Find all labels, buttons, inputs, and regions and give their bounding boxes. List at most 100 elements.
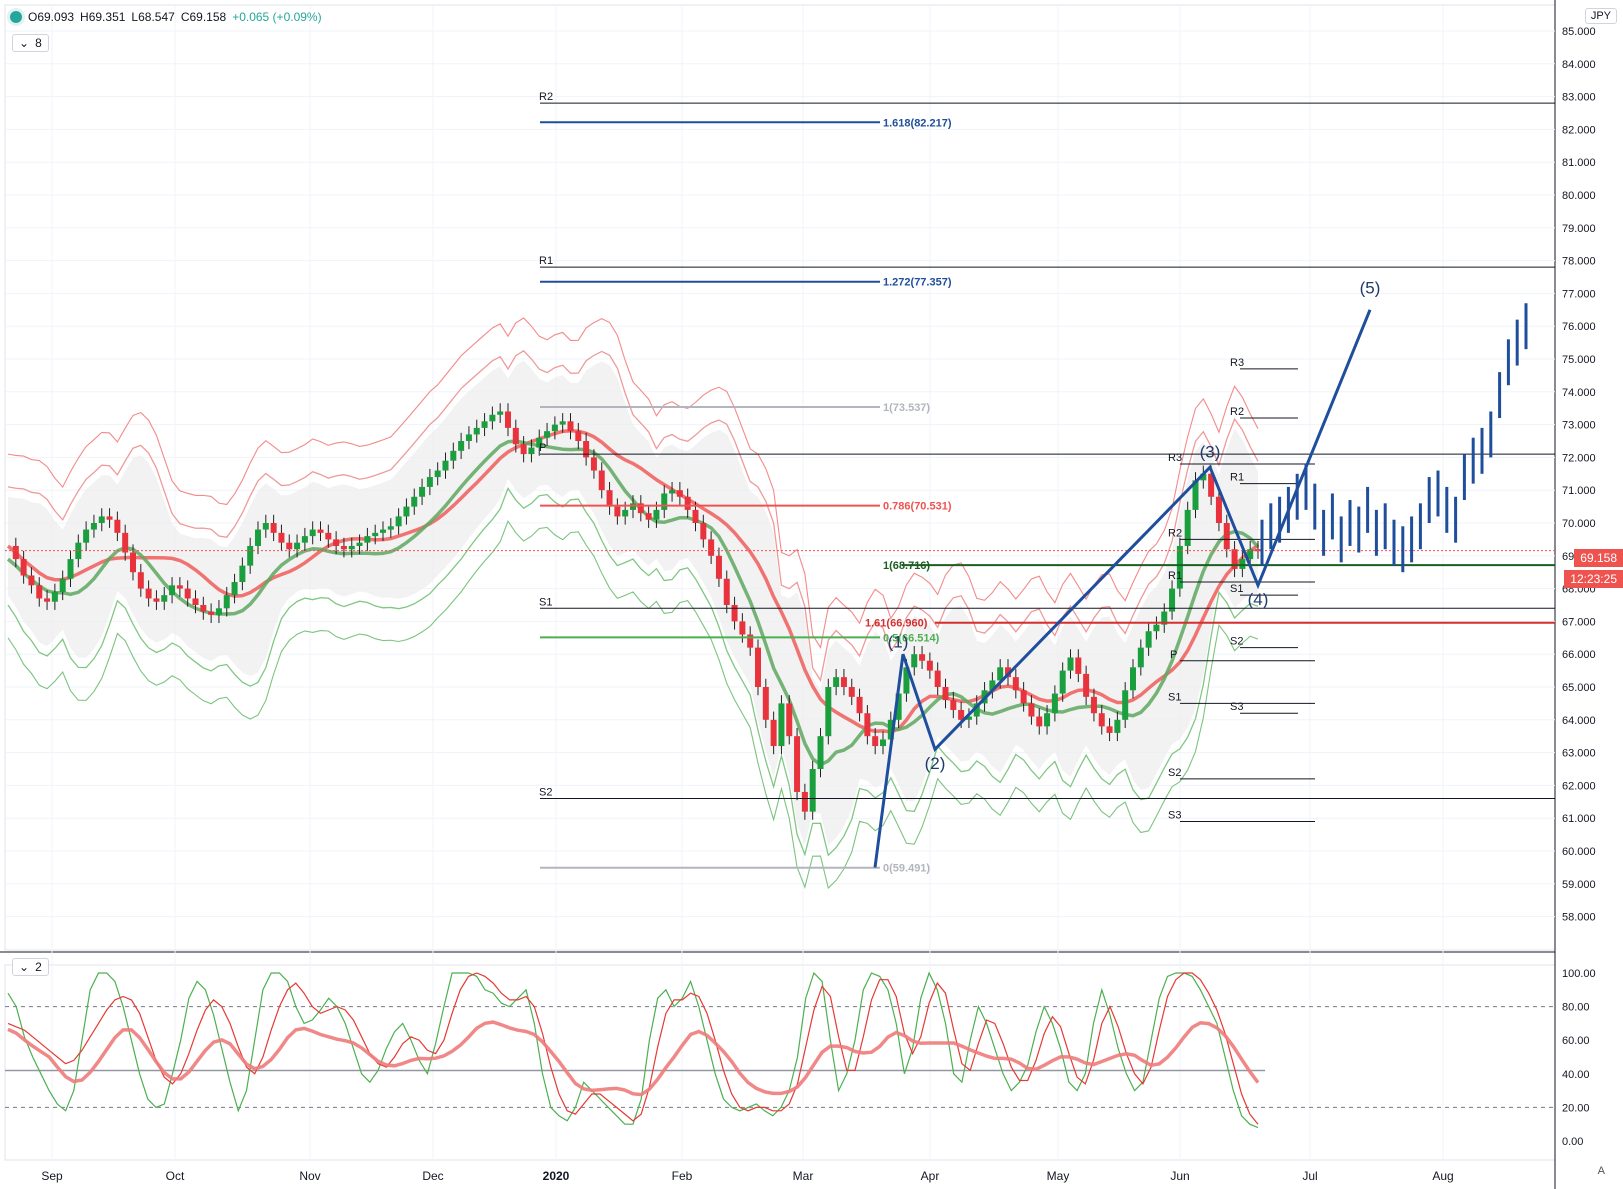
y-tick-label: 77.000 — [1562, 288, 1596, 300]
wave-label: (4) — [1248, 590, 1269, 609]
symbol-status-icon — [10, 11, 22, 23]
candle-body — [567, 421, 574, 432]
legend-close: C69.158 — [180, 10, 227, 24]
y-tick-label: 64.000 — [1562, 715, 1596, 727]
osc-tick-label: 100.00 — [1562, 968, 1596, 980]
y-tick-label: 63.000 — [1562, 748, 1596, 760]
candle-body — [98, 516, 105, 523]
y-tick-label: 59.000 — [1562, 879, 1596, 891]
candle-body — [1122, 690, 1129, 720]
candle-body — [145, 588, 152, 599]
candle-body — [1012, 677, 1019, 691]
candle-body — [83, 529, 90, 543]
y-tick-label: 75.000 — [1562, 354, 1596, 366]
pivot-label: S1 — [539, 596, 552, 608]
x-tick-label: Nov — [299, 1169, 320, 1183]
candle-body — [1036, 716, 1043, 727]
fib-level-label: 0(59.491) — [883, 863, 930, 875]
candle-body — [231, 582, 238, 596]
candle-body — [840, 677, 847, 687]
candle-body — [520, 444, 527, 455]
y-tick-label: 82.000 — [1562, 124, 1596, 136]
y-tick-label: 79.000 — [1562, 223, 1596, 235]
candle-body — [1130, 667, 1136, 691]
candle-body — [1106, 726, 1113, 733]
candle-body — [348, 545, 355, 550]
candle-body — [137, 572, 144, 589]
chevron-down-icon: ⌄ — [19, 36, 30, 50]
oscillator-toggle-button[interactable]: ⌄ 2 — [12, 958, 49, 976]
candle-body — [942, 687, 949, 701]
candle-body — [864, 713, 871, 737]
candle-body — [262, 523, 269, 530]
x-tick-label: Feb — [672, 1169, 693, 1183]
candle-body — [44, 598, 51, 602]
candle-body — [317, 529, 324, 533]
x-tick-label: Apr — [921, 1169, 940, 1183]
wave-label: (2) — [925, 754, 946, 773]
candle-body — [700, 523, 707, 540]
candle-body — [192, 598, 199, 605]
pivot-label: R2 — [1168, 527, 1182, 539]
candle-body — [614, 506, 621, 517]
candle-body — [395, 516, 402, 527]
osc-tick-label: 40.00 — [1562, 1069, 1590, 1081]
auto-scale-button[interactable]: A — [1598, 1165, 1605, 1177]
candle-body — [708, 539, 715, 556]
y-tick-label: 73.000 — [1562, 420, 1596, 432]
pivot-label: S1 — [1230, 583, 1243, 595]
candle-body — [880, 739, 886, 747]
candle-body — [919, 654, 926, 661]
y-tick-label: 58.000 — [1562, 912, 1596, 924]
fib-level-label: 1.618(82.217) — [883, 117, 952, 129]
candle-body — [184, 588, 191, 599]
candle-body — [934, 670, 941, 687]
candle-body — [223, 595, 230, 609]
candle-body — [786, 703, 793, 737]
x-tick-label: Jun — [1170, 1169, 1189, 1183]
pivot-label: P — [539, 442, 546, 454]
candle-body — [1044, 713, 1051, 727]
oscillator-count: 2 — [35, 960, 42, 974]
currency-label[interactable]: JPY — [1584, 8, 1617, 24]
candle-body — [575, 431, 582, 441]
candle-body — [1223, 523, 1230, 550]
pivot-label: P — [1170, 649, 1177, 661]
pivot-label: R3 — [1230, 357, 1244, 369]
candle-body — [114, 519, 121, 533]
candle-body — [309, 529, 316, 537]
fib-level-label: 1(73.537) — [883, 402, 930, 414]
pivot-label: R2 — [1230, 406, 1244, 418]
candle-body — [153, 598, 160, 602]
pivot-label: S3 — [1168, 809, 1181, 821]
x-tick-label: Aug — [1432, 1169, 1453, 1183]
pivot-label: R2 — [539, 91, 553, 103]
candle-body — [442, 460, 449, 471]
x-tick-label: 2020 — [543, 1169, 570, 1183]
candle-body — [286, 542, 293, 550]
candle-body — [676, 490, 683, 497]
indicators-toggle-button[interactable]: ⌄ 8 — [12, 34, 49, 52]
candle-body — [622, 509, 629, 517]
x-tick-label: Dec — [422, 1169, 443, 1183]
candle-body — [106, 516, 113, 520]
pivot-label: R1 — [539, 255, 553, 267]
candle-body — [1114, 719, 1121, 733]
pivot-label: R3 — [1168, 452, 1182, 464]
candle-body — [684, 496, 691, 510]
candle-body — [715, 555, 722, 579]
candle-body — [1098, 713, 1105, 727]
price-chart[interactable]: 85.000 84.000 83.000 82.000 81.000 80.000 79.0… — [0, 0, 1623, 1189]
y-tick-label: 62.000 — [1562, 780, 1596, 792]
candle-body — [411, 496, 418, 507]
candle-body — [512, 427, 519, 445]
candle-body — [51, 591, 58, 602]
candle-body — [755, 647, 761, 687]
candle-body — [1153, 624, 1160, 632]
fib-level-label: 1.61(66.960) — [865, 618, 928, 630]
x-tick-label: Mar — [793, 1169, 814, 1183]
fib-level-label: 1.272(77.357) — [883, 277, 952, 289]
legend-high: H69.351 — [80, 10, 126, 24]
candle-body — [551, 424, 558, 432]
pivot-label: S2 — [539, 787, 552, 799]
